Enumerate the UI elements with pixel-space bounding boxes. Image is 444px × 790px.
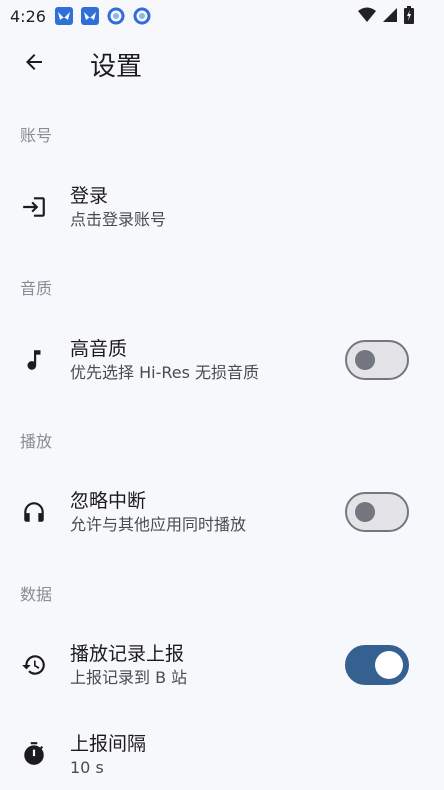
history-report-text: 播放记录上报 上报记录到 B 站: [70, 641, 187, 689]
history-report-title: 播放记录上报: [70, 643, 185, 665]
settings-item-login[interactable]: 登录 点击登录账号: [0, 172, 444, 242]
arrow-left-icon: [22, 50, 46, 78]
section-header-account: 账号: [20, 126, 53, 145]
battery-icon: [404, 6, 414, 28]
login-text: 登录 点击登录账号: [70, 183, 166, 231]
hires-title: 高音质: [70, 338, 128, 360]
section-header-data: 数据: [20, 585, 53, 604]
status-time: 4:26: [10, 6, 46, 26]
app-bar: 设置: [0, 32, 444, 96]
hires-switch[interactable]: [345, 340, 409, 380]
wifi-icon: [358, 7, 376, 27]
hires-subtitle: 优先选择 Hi-Res 无损音质: [70, 363, 260, 382]
section-header-playback: 播放: [20, 432, 53, 451]
switch-thumb: [355, 350, 375, 370]
history-report-switch[interactable]: [345, 645, 409, 685]
ring-app-icon: [106, 6, 126, 26]
login-title: 登录: [70, 185, 109, 207]
bird-app-icon: [80, 6, 100, 26]
settings-item-ignore-interrupt[interactable]: 忽略中断 允许与其他应用同时播放: [0, 477, 444, 547]
ignore-interrupt-title: 忽略中断: [70, 490, 147, 512]
music-note-icon: [20, 346, 48, 374]
settings-item-report-interval[interactable]: 上报间隔 10 s: [0, 720, 444, 790]
ignore-interrupt-subtitle: 允许与其他应用同时播放: [70, 515, 247, 534]
page-title: 设置: [90, 51, 143, 82]
section-header-quality: 音质: [20, 279, 53, 298]
report-interval-subtitle: 10 s: [70, 758, 104, 777]
ignore-interrupt-text: 忽略中断 允许与其他应用同时播放: [70, 488, 246, 536]
settings-item-history-report[interactable]: 播放记录上报 上报记录到 B 站: [0, 630, 444, 700]
history-icon: [20, 651, 48, 679]
report-interval-title: 上报间隔: [70, 733, 147, 755]
login-subtitle: 点击登录账号: [70, 210, 167, 229]
system-status-icons: [358, 6, 414, 28]
switch-thumb: [355, 502, 375, 522]
report-interval-text: 上报间隔 10 s: [70, 731, 146, 779]
headphones-icon: [20, 498, 48, 526]
ignore-interrupt-switch[interactable]: [345, 492, 409, 532]
hires-text: 高音质 优先选择 Hi-Res 无损音质: [70, 336, 259, 384]
back-button[interactable]: [14, 44, 54, 84]
history-report-subtitle: 上报记录到 B 站: [70, 668, 188, 687]
ring-app-icon: [132, 6, 152, 26]
signal-icon: [382, 7, 398, 27]
notification-icons: [54, 6, 152, 26]
status-bar: 4:26: [0, 0, 444, 32]
settings-item-hires[interactable]: 高音质 优先选择 Hi-Res 无损音质: [0, 325, 444, 395]
timer-icon: [20, 740, 48, 768]
switch-thumb: [375, 651, 403, 679]
login-icon: [20, 193, 48, 221]
bird-app-icon: [54, 6, 74, 26]
